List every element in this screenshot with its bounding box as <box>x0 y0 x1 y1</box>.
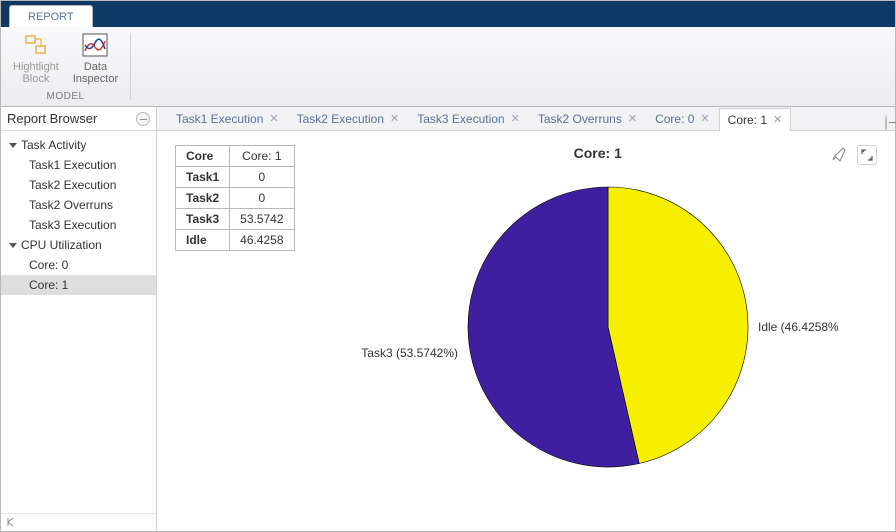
tab-label: Task3 Execution <box>417 112 504 126</box>
table-key: Task1 <box>176 167 230 188</box>
data-inspector-label2: Inspector <box>73 73 118 85</box>
table-key: Task3 <box>176 209 230 230</box>
core-data-table: CoreCore: 1Task10Task20Task353.5742Idle4… <box>175 145 295 251</box>
table-row: Task20 <box>176 188 295 209</box>
tab-label: Task1 Execution <box>176 112 263 126</box>
tree-group-label: Task Activity <box>21 138 86 152</box>
tree-item[interactable]: Task2 Overruns <box>1 195 156 215</box>
report-browser-title: Report Browser <box>7 111 97 126</box>
table-key: Idle <box>176 230 230 251</box>
report-browser-header: Report Browser <box>1 107 156 131</box>
close-icon[interactable]: ✕ <box>628 114 637 125</box>
table-value: 0 <box>230 188 294 209</box>
tab-label: Core: 1 <box>728 113 767 127</box>
document-tab[interactable]: Core: 1 ✕ <box>719 108 792 131</box>
data-inspector-icon <box>81 31 109 59</box>
pie-label: Idle (46.4258%) <box>758 320 838 334</box>
highlight-block-button: HightlightBlock <box>13 31 59 85</box>
tree-item[interactable]: Task1 Execution <box>1 155 156 175</box>
tree-group-label: CPU Utilization <box>21 238 102 252</box>
data-inspector-label1: Data <box>84 61 107 73</box>
ribbon-body: HightlightBlock DataInspector MODEL <box>1 27 895 107</box>
close-icon[interactable]: ✕ <box>390 114 399 125</box>
highlight-block-icon <box>22 31 50 59</box>
table-value: 46.4258 <box>230 230 294 251</box>
table-value: 0 <box>230 167 294 188</box>
document-tab[interactable]: Task2 Execution ✕ <box>288 107 409 130</box>
tree-item[interactable]: Core: 1 <box>1 275 156 295</box>
ribbon-tab-report[interactable]: REPORT <box>9 5 93 27</box>
close-icon[interactable]: ✕ <box>773 115 782 126</box>
data-inspector-button[interactable]: DataInspector <box>73 31 118 85</box>
tree-item[interactable]: Core: 0 <box>1 255 156 275</box>
chart-title: Core: 1 <box>319 145 877 161</box>
left-pane-footer <box>1 513 156 531</box>
table-row: CoreCore: 1 <box>176 146 295 167</box>
content-area: CoreCore: 1Task10Task20Task353.5742Idle4… <box>157 131 895 531</box>
tree-item[interactable]: Task3 Execution <box>1 215 156 235</box>
chevron-down-icon <box>9 243 17 248</box>
document-tabbar: Task1 Execution✕Task2 Execution✕Task3 Ex… <box>157 107 895 131</box>
pane-options-button[interactable] <box>136 112 150 126</box>
right-pane: Task1 Execution✕Task2 Execution✕Task3 Ex… <box>157 107 895 531</box>
tab-options[interactable] <box>885 116 887 130</box>
tree-item[interactable]: Task2 Execution <box>1 175 156 195</box>
main-split: Report Browser Task Activity Task1 Execut… <box>1 107 895 531</box>
brush-icon[interactable] <box>831 146 847 165</box>
tab-label: Task2 Overruns <box>538 112 622 126</box>
ribbon-header: REPORT <box>1 1 895 27</box>
document-tab[interactable]: Task2 Overruns ✕ <box>529 107 646 130</box>
document-tab[interactable]: Task3 Execution ✕ <box>408 107 529 130</box>
table-value: 53.5742 <box>230 209 294 230</box>
report-tree: Task Activity Task1 ExecutionTask2 Execut… <box>1 131 156 513</box>
tab-label: Task2 Execution <box>297 112 384 126</box>
table-key: Task2 <box>176 188 230 209</box>
table-row: Task353.5742 <box>176 209 295 230</box>
document-tab[interactable]: Core: 0 ✕ <box>646 107 719 130</box>
report-browser-pane: Report Browser Task Activity Task1 Execut… <box>1 107 157 531</box>
chart-zone: Core: 1 Task3 (53.5742%) Idle (46.4258%) <box>319 145 877 517</box>
table-key: Core <box>176 146 230 167</box>
chevron-down-icon <box>9 143 17 148</box>
table-value: Core: 1 <box>230 146 294 167</box>
app-window: REPORT HightlightBlock <box>0 0 896 532</box>
ribbon-separator <box>130 33 131 100</box>
pie-chart: Task3 (53.5742%) Idle (46.4258%) <box>358 167 838 497</box>
chart-toolbar <box>831 145 877 165</box>
collapse-pane-icon[interactable] <box>5 516 15 530</box>
highlight-block-label2: Block <box>22 73 49 85</box>
table-row: Idle46.4258 <box>176 230 295 251</box>
tree-group[interactable]: CPU Utilization <box>1 235 156 255</box>
tab-label: Core: 0 <box>655 112 694 126</box>
document-tab[interactable]: Task1 Execution ✕ <box>167 107 288 130</box>
expand-chart-button[interactable] <box>857 145 877 165</box>
table-row: Task10 <box>176 167 295 188</box>
close-icon[interactable]: ✕ <box>700 114 709 125</box>
ribbon-group-label: MODEL <box>47 89 85 104</box>
ribbon-group-model: HightlightBlock DataInspector MODEL <box>1 27 130 106</box>
close-icon[interactable]: ✕ <box>269 114 278 125</box>
highlight-block-label1: Hightlight <box>13 61 59 73</box>
tree-group[interactable]: Task Activity <box>1 135 156 155</box>
close-icon[interactable]: ✕ <box>511 114 520 125</box>
pie-label: Task3 (53.5742%) <box>361 346 458 360</box>
